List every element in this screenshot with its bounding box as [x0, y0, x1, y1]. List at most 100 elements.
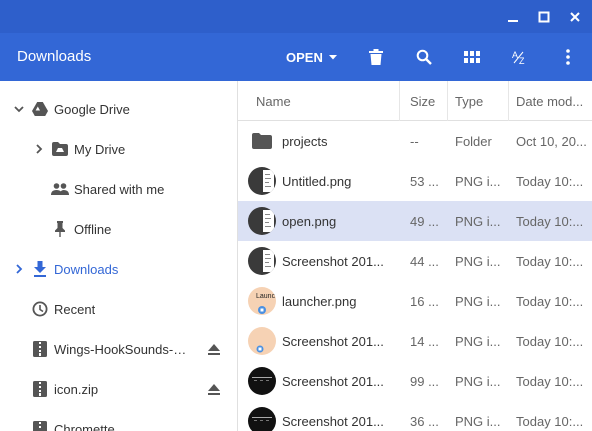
folder-icon: [248, 127, 276, 155]
sidebar-item-wings-hooksounds-archive[interactable]: Wings-HookSounds-n...: [0, 329, 237, 369]
file-row[interactable]: projects -- Folder Oct 10, 20...: [238, 121, 592, 161]
maximize-button[interactable]: [532, 5, 556, 29]
file-date-modified: Today 10:...: [516, 333, 584, 349]
more-options-button[interactable]: [556, 45, 580, 69]
file-date-modified: Today 10:...: [516, 293, 584, 309]
column-divider[interactable]: [447, 81, 448, 121]
file-thumbnail: [248, 247, 276, 275]
pin-icon: [51, 220, 69, 238]
file-size: 14 ...: [410, 333, 439, 349]
column-divider[interactable]: [399, 81, 400, 121]
file-size: 16 ...: [410, 293, 439, 309]
file-type: PNG i...: [455, 333, 501, 349]
column-header-size[interactable]: Size: [410, 81, 446, 121]
file-thumbnail: Launc Butto: [248, 287, 276, 315]
sidebar-item-my-drive[interactable]: My Drive: [0, 129, 237, 169]
minimize-button[interactable]: [501, 5, 525, 29]
file-type: PNG i...: [455, 213, 501, 229]
file-name: Untitled.png: [282, 173, 352, 189]
file-date-modified: Today 10:...: [516, 253, 584, 269]
column-header-type[interactable]: Type: [455, 81, 505, 121]
file-size: --: [410, 133, 419, 149]
column-header-date[interactable]: Date mod...: [516, 81, 592, 121]
file-date-modified: Today 10:...: [516, 373, 584, 389]
eject-icon[interactable]: [206, 381, 222, 397]
file-thumbnail: [248, 207, 276, 235]
eject-icon[interactable]: [206, 341, 222, 357]
file-size: 53 ...: [410, 173, 439, 189]
file-name: Screenshot 201...: [282, 373, 384, 389]
sort-az-icon: A Z: [512, 50, 525, 65]
svg-text:Z: Z: [519, 56, 525, 65]
delete-button[interactable]: [364, 45, 388, 69]
file-date-modified: Today 10:...: [516, 413, 584, 429]
file-row[interactable]: Screenshot 201... 99 ... PNG i... Today 10:…: [238, 361, 592, 401]
file-type: PNG i...: [455, 293, 501, 309]
clock-icon: [31, 300, 49, 318]
open-button-label: OPEN: [286, 49, 323, 65]
grid-view-icon: [464, 51, 480, 63]
delete-icon: [369, 49, 383, 65]
file-type: PNG i...: [455, 173, 501, 189]
sidebar-item-recent[interactable]: Recent: [0, 289, 237, 329]
grid-view-button[interactable]: [460, 45, 484, 69]
people-icon: [51, 180, 69, 198]
more-vert-icon: [566, 49, 570, 65]
sidebar-item-shared-with-me[interactable]: Shared with me: [0, 169, 237, 209]
file-type: PNG i...: [455, 373, 501, 389]
file-size: 99 ...: [410, 373, 439, 389]
column-header-row: Name Size Type Date mod...: [238, 81, 592, 121]
archive-icon: [31, 340, 49, 358]
file-name: projects: [282, 133, 328, 149]
dropdown-arrow-icon: [328, 54, 337, 59]
archive-icon: [31, 420, 49, 431]
sort-button[interactable]: A Z: [508, 45, 532, 69]
close-icon: [570, 12, 580, 22]
file-row[interactable]: Launc Butto launcher.png 16 ... PNG i... Tod…: [238, 281, 592, 321]
file-type: PNG i...: [455, 413, 501, 429]
file-row[interactable]: open.png 49 ... PNG i... Today 10:...: [238, 201, 592, 241]
chevron-down-icon[interactable]: [12, 102, 26, 116]
file-name: Screenshot 201...: [282, 413, 384, 429]
my-drive-icon: [51, 140, 69, 158]
chevron-right-icon[interactable]: [12, 262, 26, 276]
column-divider[interactable]: [508, 81, 509, 121]
file-date-modified: Today 10:...: [516, 213, 584, 229]
file-row[interactable]: Screenshot 201... 14 ... PNG i... Today 10:…: [238, 321, 592, 361]
file-list: Name Size Type Date mod... projects -- Fol…: [238, 81, 592, 431]
close-button[interactable]: [563, 5, 587, 29]
sidebar-item-offline[interactable]: Offline: [0, 209, 237, 249]
file-thumbnail: [248, 407, 276, 431]
search-button[interactable]: [412, 45, 436, 69]
file-thumbnail: [248, 327, 276, 355]
files-app-window: Downloads OPEN A Z Google Drive My Drive…: [0, 0, 592, 431]
file-thumbnail: [248, 367, 276, 395]
google-drive-icon: [31, 100, 49, 118]
column-header-name[interactable]: Name: [256, 81, 396, 121]
file-size: 44 ...: [410, 253, 439, 269]
sidebar-item-chromette[interactable]: Chromette: [0, 409, 237, 431]
file-row[interactable]: Screenshot 201... 36 ... PNG i... Today 10:…: [238, 401, 592, 431]
location-title: Downloads: [17, 48, 92, 65]
open-button[interactable]: OPEN: [280, 45, 343, 69]
navigation-sidebar: Google Drive My Drive Shared with me Off…: [0, 81, 237, 431]
svg-text:Launc Butto: Launc Butto: [256, 293, 276, 300]
file-type: Folder: [455, 133, 492, 149]
chevron-right-icon[interactable]: [32, 142, 46, 156]
file-size: 49 ...: [410, 213, 439, 229]
title-bar: [0, 0, 592, 33]
sidebar-item-icon-zip[interactable]: icon.zip: [0, 369, 237, 409]
maximize-icon: [538, 11, 550, 23]
sidebar-item-google-drive[interactable]: Google Drive: [0, 89, 237, 129]
file-size: 36 ...: [410, 413, 439, 429]
minimize-icon: [508, 20, 518, 22]
header-toolbar: Downloads OPEN A Z: [0, 33, 592, 81]
file-type: PNG i...: [455, 253, 501, 269]
file-name: Screenshot 201...: [282, 333, 384, 349]
file-date-modified: Oct 10, 20...: [516, 133, 587, 149]
file-date-modified: Today 10:...: [516, 173, 584, 189]
sidebar-item-downloads[interactable]: Downloads: [0, 249, 237, 289]
search-icon: [416, 49, 432, 65]
file-row[interactable]: Untitled.png 53 ... PNG i... Today 10:...: [238, 161, 592, 201]
file-row[interactable]: Screenshot 201... 44 ... PNG i... Today 10:…: [238, 241, 592, 281]
